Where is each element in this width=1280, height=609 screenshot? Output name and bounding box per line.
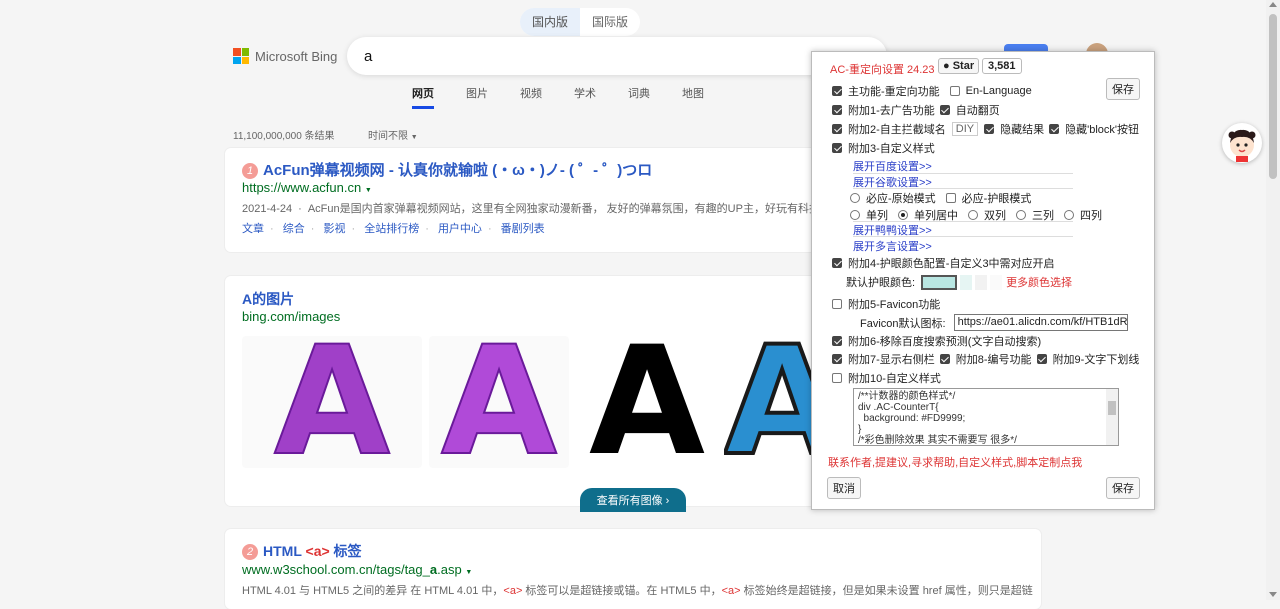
favicon-url-input[interactable]: https://ae01.alicdn.com/kf/HTB1dR [953,314,1128,331]
favicon-checkbox[interactable] [832,299,842,309]
col-triple-radio[interactable] [1016,210,1026,220]
tab-international[interactable]: 国际版 [580,8,640,36]
result-title[interactable]: HTML <a> 标签 [263,543,362,559]
tab-videos[interactable]: 视频 [520,85,542,109]
more-colors-link[interactable]: 更多颜色选择 [1006,274,1072,290]
sitelink[interactable]: 番剧列表 [501,223,545,235]
panel-title: AC-重定向设置 24.23 [830,64,935,76]
bing-logo[interactable]: Microsoft Bing [233,48,337,64]
image-thumb[interactable]: A [242,326,422,478]
sitelink[interactable]: 影视 [323,223,345,235]
eye-color-checkbox[interactable] [832,258,842,268]
sitelink[interactable]: 综合 [283,223,305,235]
image-thumb[interactable]: A [724,336,814,468]
region-tabs: 国内版 国际版 [520,8,640,36]
search-input[interactable]: a [347,37,887,75]
caret-down-icon: ▼ [410,134,418,141]
ac-settings-panel: AC-重定向设置 24.23 ● Star 3,581 保存 主功能-重定向功能… [811,51,1155,510]
page-scrollbar[interactable] [1266,0,1280,600]
custom-style-3-checkbox[interactable] [832,143,842,153]
color-swatch[interactable] [960,274,973,290]
image-thumb[interactable]: A [577,327,717,477]
expand-multi-link[interactable]: 展开多言设置>> [853,238,932,254]
result-snippet: HTML 4.01 与 HTML5 之间的差异 在 HTML 4.01 中，<a… [242,585,1033,597]
result-count: 11,100,000,000 条结果 [233,131,335,142]
bing-original-radio[interactable] [850,193,860,203]
expand-baidu-link[interactable]: 展开百度设置>> [853,158,932,174]
contact-author-link[interactable]: 联系作者,提建议,寻求帮助,自定义样式,脚本定制点我 [828,454,1082,470]
main-redirect-checkbox[interactable] [832,86,842,96]
search-query: a [364,48,373,65]
tab-academic[interactable]: 学术 [574,85,596,109]
image-thumb[interactable]: A [429,326,569,478]
tab-web[interactable]: 网页 [412,85,434,109]
bing-eye-mode-checkbox[interactable] [945,193,956,203]
github-icon: ● [943,60,950,72]
see-all-images-button[interactable]: 查看所有图像 › [580,488,686,512]
hide-results-checkbox[interactable] [984,124,995,134]
cancel-button[interactable]: 取消 [827,477,861,499]
search-nav: 网页 图片 视频 学术 词典 地图 [412,85,736,109]
result-sitelinks: 文章 · 综合 · 影视 · 全站排行榜 · 用户中心 · 番剧列表 [242,223,545,235]
col-single-center-radio[interactable] [898,210,908,220]
sitelink[interactable]: 全站排行榜 [364,223,419,235]
show-sidebar-checkbox[interactable] [832,354,842,364]
star-count[interactable]: 3,581 [982,58,1022,74]
remove-ads-checkbox[interactable] [832,105,842,115]
caret-down-icon[interactable]: ▼ [365,187,372,194]
underline-checkbox[interactable] [1036,354,1047,364]
auto-page-checkbox[interactable] [939,105,950,115]
microsoft-logo-icon [233,48,249,64]
custom-css-textarea[interactable]: /**计数器的颜色样式*/ div .AC-CounterT{ backgrou… [853,388,1119,446]
textarea-scrollbar[interactable] [1106,389,1118,445]
remove-predict-checkbox[interactable] [832,336,842,346]
col-single-radio[interactable] [850,210,860,220]
color-swatch[interactable] [975,274,988,290]
en-language-checkbox[interactable] [949,86,960,96]
custom-style-10-checkbox[interactable] [832,373,842,383]
result-url[interactable]: www.w3school.com.cn/tags/tag_a.asp ▼ [242,562,472,577]
block-domain-checkbox[interactable] [832,124,842,134]
result-snippet: 2021-4-24 · AcFun是国内首家弹幕视频网站，这里有全网独家动漫新番， … [242,203,820,215]
numbering-checkbox[interactable] [939,354,950,364]
result-number-badge: 2 [242,544,258,560]
tab-maps[interactable]: 地图 [682,85,704,109]
tab-images[interactable]: 图片 [466,85,488,109]
result-number-badge: 1 [242,163,258,179]
diy-button[interactable]: DIY [951,122,979,136]
scroll-thumb[interactable] [1269,14,1277,179]
col-quad-radio[interactable] [1064,210,1074,220]
caret-down-icon[interactable]: ▼ [465,569,472,576]
tab-domestic[interactable]: 国内版 [520,8,580,36]
time-filter[interactable]: 时间不限 ▼ [368,127,418,142]
result-card-2: 2 HTML <a> 标签 www.w3school.com.cn/tags/ta… [225,529,1041,609]
col-double-radio[interactable] [968,210,978,220]
result-title[interactable]: AcFun弹幕视频网 - 认真你就输啦 (・ω・)ノ- ( ゜- ゜)つロ [263,162,652,179]
color-swatch[interactable] [990,274,1003,290]
images-title[interactable]: A的图片 [242,289,294,309]
sitelink[interactable]: 文章 [242,223,264,235]
hide-block-button-checkbox[interactable] [1049,124,1060,134]
scroll-up-icon[interactable] [1269,2,1277,7]
assistant-avatar-icon[interactable] [1222,123,1262,163]
eye-color-swatch[interactable] [921,274,958,290]
save-button-top[interactable]: 保存 [1106,78,1140,100]
scroll-down-icon[interactable] [1269,592,1277,597]
result-url[interactable]: https://www.acfun.cn [242,180,361,195]
tab-dictionary[interactable]: 词典 [628,85,650,109]
brand-name: Microsoft Bing [255,48,338,64]
save-button-bottom[interactable]: 保存 [1106,477,1140,499]
github-star-button[interactable]: ● Star [938,58,980,74]
sitelink[interactable]: 用户中心 [438,223,482,235]
